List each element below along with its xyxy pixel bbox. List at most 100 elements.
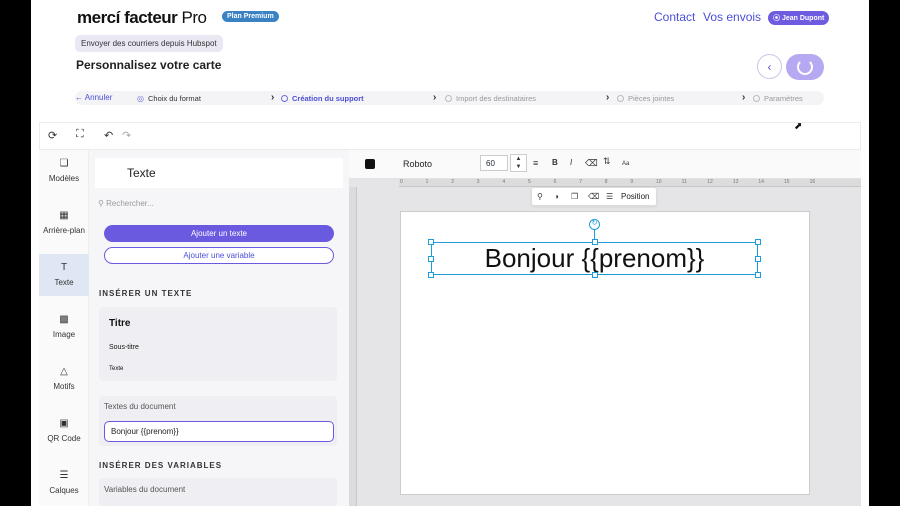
resize-handle[interactable] <box>755 272 761 278</box>
opacity-icon[interactable]: ◑ <box>554 192 559 201</box>
refresh-icon[interactable]: ⟳ <box>48 129 57 142</box>
layers-icon[interactable]: ☰ <box>606 192 613 201</box>
step-recipients[interactable]: Import des destinataires <box>445 94 536 103</box>
insert-text-heading: INSÉRER UN TEXTE <box>99 289 193 298</box>
rail-item-image[interactable]: ▩ Image <box>39 314 89 356</box>
rail-item-layers[interactable]: ☰ Calques <box>39 470 89 506</box>
horizontal-ruler: 0 1 2 3 4 5 6 7 8 9 10 11 12 13 14 15 16 <box>399 179 861 187</box>
text-case-button[interactable]: Aa <box>622 161 629 167</box>
eraser-icon[interactable]: ⌫ <box>585 158 598 169</box>
ruler-number: 7 <box>579 179 582 185</box>
step-format[interactable]: ◎ Choix du format <box>137 94 201 103</box>
step-settings[interactable]: Paramètres <box>753 94 803 103</box>
chevron-down-icon[interactable]: ▼ <box>516 164 522 170</box>
bold-button[interactable]: B <box>552 158 558 167</box>
loading-spinner-icon <box>797 59 813 75</box>
resize-handle[interactable] <box>755 239 761 245</box>
background-icon: ▦ <box>59 210 69 221</box>
ruler-number: 4 <box>502 179 506 185</box>
stepper-bar: ◎ Choix du format › Création du support ›… <box>75 91 824 105</box>
ruler-number: 9 <box>630 179 634 185</box>
ruler-number: 5 <box>528 179 531 185</box>
rotate-handle-icon[interactable]: ↻ <box>589 219 600 230</box>
tool-rail: ❏ Modèles ▦ Arrière-plan T Texte ▩ Image △ Mo… <box>39 150 89 506</box>
nav-sends-link[interactable]: Vos envois <box>703 10 761 24</box>
vertical-ruler <box>349 187 357 506</box>
ruler-number: 3 <box>476 179 480 185</box>
redo-icon[interactable]: ↷ <box>122 129 131 142</box>
insert-body-text[interactable]: Texte <box>109 366 123 372</box>
font-select[interactable]: Roboto <box>403 159 432 169</box>
insert-title[interactable]: Titre <box>109 318 131 329</box>
chevron-left-icon: ‹ <box>767 59 772 74</box>
document-text-item[interactable]: Bonjour {{prenom}} <box>104 421 334 442</box>
mouse-cursor-icon: ⬈ <box>794 121 803 132</box>
page-title: Personnalisez votre carte <box>76 58 222 72</box>
image-icon: ▩ <box>59 314 69 325</box>
user-badge[interactable]: ⦿ Jean Dupont <box>768 11 830 25</box>
rail-item-templates[interactable]: ❏ Modèles <box>39 158 89 200</box>
add-variable-button[interactable]: Ajouter une variable <box>104 247 334 264</box>
text-icon: T <box>60 262 68 273</box>
panel-title: Texte <box>127 166 156 180</box>
resize-handle[interactable] <box>428 272 434 278</box>
circle-icon <box>445 95 452 102</box>
italic-button[interactable]: I <box>570 158 572 167</box>
trash-icon[interactable]: ⌫ <box>588 192 599 201</box>
ruler-number: 1 <box>425 179 429 185</box>
chevron-right-icon: › <box>433 92 437 103</box>
ruler-number: 6 <box>553 179 557 185</box>
search-icon: ⚲ <box>98 199 104 208</box>
resize-handle[interactable] <box>592 272 598 278</box>
resize-handle[interactable] <box>428 239 434 245</box>
search-input[interactable]: ⚲ Rechercher... <box>98 199 338 215</box>
step-attachments[interactable]: Pièces jointes <box>617 94 674 103</box>
font-size-stepper[interactable]: ▲ ▼ <box>510 154 527 172</box>
text-color-swatch[interactable] <box>365 159 375 169</box>
rail-item-background[interactable]: ▦ Arrière-plan <box>39 210 89 252</box>
font-size-input[interactable]: 60 <box>480 155 508 171</box>
ruler-number: 0 <box>400 179 403 185</box>
element-toolbar: ⚲ ◑ ❐ ⌫ ☰ Position <box>531 187 657 206</box>
templates-icon: ❏ <box>59 158 69 169</box>
cancel-link[interactable]: ← Annuler <box>75 93 112 102</box>
next-button[interactable] <box>786 54 824 80</box>
shapes-icon: △ <box>60 366 68 377</box>
resize-handle[interactable] <box>592 239 598 245</box>
ruler-number: 14 <box>758 179 764 185</box>
circle-icon <box>753 95 760 102</box>
undo-icon[interactable]: ↶ <box>104 129 113 142</box>
insert-subtitle[interactable]: Sous-titre <box>109 344 139 351</box>
position-button[interactable]: Position <box>621 192 649 201</box>
selection-box[interactable] <box>428 239 761 278</box>
resize-handle[interactable] <box>428 256 434 262</box>
rail-item-qr-code[interactable]: ▣ QR Code <box>39 418 89 460</box>
unlock-icon[interactable]: ⚲ <box>537 192 543 201</box>
duplicate-icon[interactable]: ❐ <box>571 192 578 201</box>
add-text-button[interactable]: Ajouter un texte <box>104 225 334 242</box>
back-button[interactable]: ‹ <box>757 54 782 79</box>
chevron-up-icon[interactable]: ▲ <box>516 156 522 162</box>
nav-contact-link[interactable]: Contact <box>654 10 695 24</box>
ruler-number: 8 <box>604 179 608 185</box>
circle-icon <box>617 95 624 102</box>
layers-icon: ☰ <box>59 470 69 481</box>
plan-badge: Plan Premium <box>222 11 279 22</box>
rail-item-shapes[interactable]: △ Motifs <box>39 366 89 408</box>
ruler-number: 12 <box>707 179 713 185</box>
insert-variables-heading: INSÉRER DES VARIABLES <box>99 461 223 470</box>
align-center-icon[interactable]: ≡ <box>533 158 538 168</box>
ruler-number: 15 <box>784 179 790 185</box>
chevron-right-icon: › <box>742 92 746 103</box>
hubspot-chip: Envoyer des courriers depuis Hubspot <box>75 35 223 52</box>
line-height-icon[interactable]: ⇅ <box>603 156 611 167</box>
resize-handle[interactable] <box>755 256 761 262</box>
qr-code-icon: ▣ <box>59 418 69 429</box>
rail-item-text[interactable]: T Texte <box>39 254 89 296</box>
app-window: mercí facteur Pro Plan Premium Contact V… <box>31 0 869 506</box>
fullscreen-icon[interactable]: ⛶ <box>76 128 84 141</box>
logo[interactable]: mercí facteur Pro <box>77 8 207 28</box>
ruler-number: 16 <box>809 179 816 185</box>
step-support[interactable]: Création du support <box>281 94 364 103</box>
chevron-right-icon: › <box>606 92 610 103</box>
